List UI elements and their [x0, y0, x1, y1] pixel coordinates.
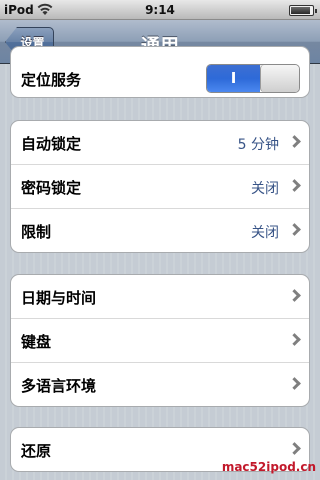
- wifi-icon: [37, 3, 53, 15]
- auto-lock-row[interactable]: 自动锁定 5 分钟: [11, 121, 309, 165]
- passcode-lock-row[interactable]: 密码锁定 关闭: [11, 165, 309, 209]
- battery-level: [291, 7, 310, 14]
- location-services-toggle[interactable]: I: [206, 64, 300, 93]
- location-group: 定位服务 I: [10, 46, 310, 98]
- row-label: 键盘: [21, 333, 52, 351]
- row-label: 还原: [21, 442, 52, 460]
- row-label: 自动锁定: [21, 135, 82, 153]
- row-label: 日期与时间: [21, 289, 97, 307]
- chevron-right-icon: [288, 135, 301, 148]
- row-label: 密码锁定: [21, 179, 82, 197]
- locale-group: 日期与时间 键盘 多语言环境: [10, 274, 310, 407]
- carrier-name: iPod: [4, 3, 34, 17]
- battery-icon: [289, 5, 317, 16]
- chevron-right-icon: [288, 333, 301, 346]
- restrictions-row[interactable]: 限制 关闭: [11, 209, 309, 252]
- chevron-right-icon: [288, 179, 301, 192]
- keyboard-row[interactable]: 键盘: [11, 319, 309, 363]
- location-services-label: 定位服务: [21, 71, 82, 89]
- row-label: 限制: [21, 223, 52, 241]
- international-row[interactable]: 多语言环境: [11, 363, 309, 406]
- toggle-on-text: I: [207, 65, 260, 92]
- row-value: 关闭: [251, 181, 279, 197]
- row-value: 关闭: [251, 225, 279, 241]
- status-bar: iPod 9:14: [0, 0, 320, 20]
- chevron-right-icon: [288, 377, 301, 390]
- location-services-row: 定位服务 I: [11, 47, 309, 97]
- toggle-knob: [260, 65, 299, 92]
- row-value: 5 分钟: [237, 137, 279, 153]
- date-time-row[interactable]: 日期与时间: [11, 275, 309, 319]
- row-label: 多语言环境: [21, 377, 97, 395]
- watermark: mac52ipod.cn: [221, 460, 316, 474]
- chevron-right-icon: [288, 289, 301, 302]
- chevron-right-icon: [288, 442, 301, 455]
- lock-group: 自动锁定 5 分钟 密码锁定 关闭 限制 关闭: [10, 120, 310, 253]
- chevron-right-icon: [288, 223, 301, 236]
